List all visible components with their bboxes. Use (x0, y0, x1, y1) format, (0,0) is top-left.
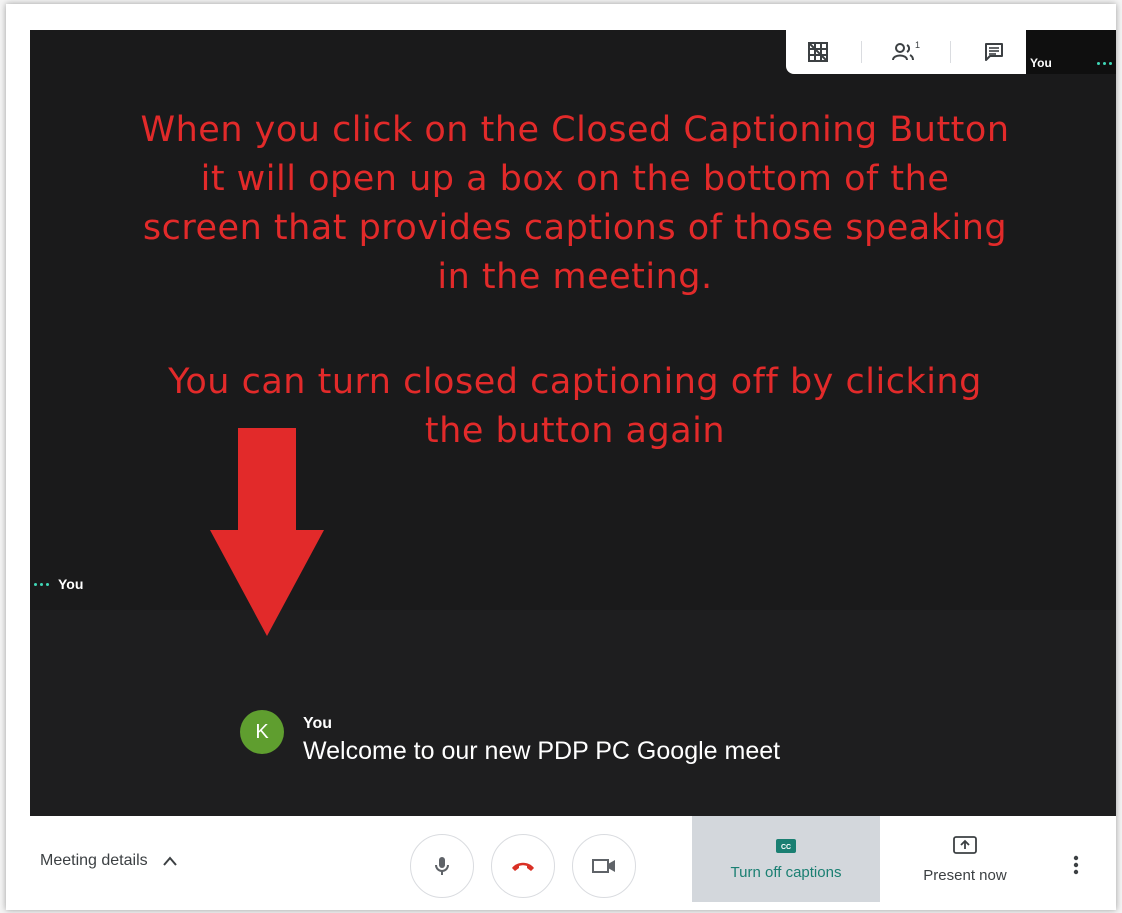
self-tile-name: You (1030, 56, 1052, 70)
more-options-icon[interactable] (1072, 854, 1080, 876)
annotation-line: it will open up a box on the bottom of t… (200, 159, 950, 199)
audio-indicator-icon (34, 582, 49, 586)
camera-icon (592, 859, 615, 873)
annotation-line: screen that provides captions of those s… (142, 208, 1008, 248)
caption-speaker: You (303, 715, 333, 732)
microphone-icon (435, 857, 449, 875)
people-icon: 1 (891, 40, 920, 61)
cc-badge-text: CC (781, 844, 791, 851)
main-video-name: You (34, 576, 83, 592)
meet-window: 1 You You When you click on the Closed C… (6, 4, 1116, 910)
meeting-details-button[interactable]: Meeting details (40, 852, 178, 870)
people-button[interactable]: 1 (886, 34, 926, 70)
layout-grid-icon (807, 42, 828, 62)
microphone-button[interactable] (410, 834, 474, 898)
instruction-annotation: When you click on the Closed Captioning … (90, 106, 1060, 456)
main-video-name-label: You (58, 576, 84, 592)
chat-button[interactable] (974, 34, 1014, 70)
toolbar-divider (861, 41, 863, 63)
top-toolbar: 1 (786, 30, 1026, 74)
layout-grid-button[interactable] (798, 34, 838, 70)
caption-text: Welcome to our new PDP PC Google meet (303, 737, 781, 765)
hang-up-icon (512, 862, 534, 871)
annotation-line: You can turn closed captioning off by cl… (168, 362, 982, 402)
down-arrow-icon (210, 428, 324, 636)
caption-text-block: You Welcome to our new PDP PC Google mee… (303, 714, 780, 768)
captions-box (30, 610, 1116, 816)
camera-button[interactable] (572, 834, 636, 898)
audio-indicator-icon (1097, 62, 1112, 65)
bottom-control-bar: Meeting details CC Turn off captions Pre… (6, 816, 1116, 910)
avatar: K (240, 710, 284, 754)
self-preview-tile[interactable]: You (1026, 30, 1116, 74)
toolbar-divider (949, 41, 951, 63)
present-now-button[interactable]: Present now (886, 816, 1044, 902)
chat-icon (985, 43, 1004, 61)
annotation-line: in the meeting. (437, 257, 713, 297)
leave-call-button[interactable] (491, 834, 555, 898)
captions-label: Turn off captions (730, 863, 842, 881)
chevron-up-icon (162, 856, 177, 866)
annotation-line: When you click on the Closed Captioning … (140, 110, 1010, 150)
meeting-details-label: Meeting details (40, 852, 148, 869)
meeting-stage: 1 You You When you click on the Closed C… (30, 30, 1116, 816)
caption-entry: K You Welcome to our new PDP PC Google m… (240, 710, 780, 768)
closed-captions-icon: CC (776, 838, 796, 853)
present-now-label: Present now (923, 866, 1007, 884)
turn-off-captions-button[interactable]: CC Turn off captions (692, 816, 880, 902)
present-screen-icon (953, 835, 977, 854)
participant-count: 1 (915, 40, 920, 50)
